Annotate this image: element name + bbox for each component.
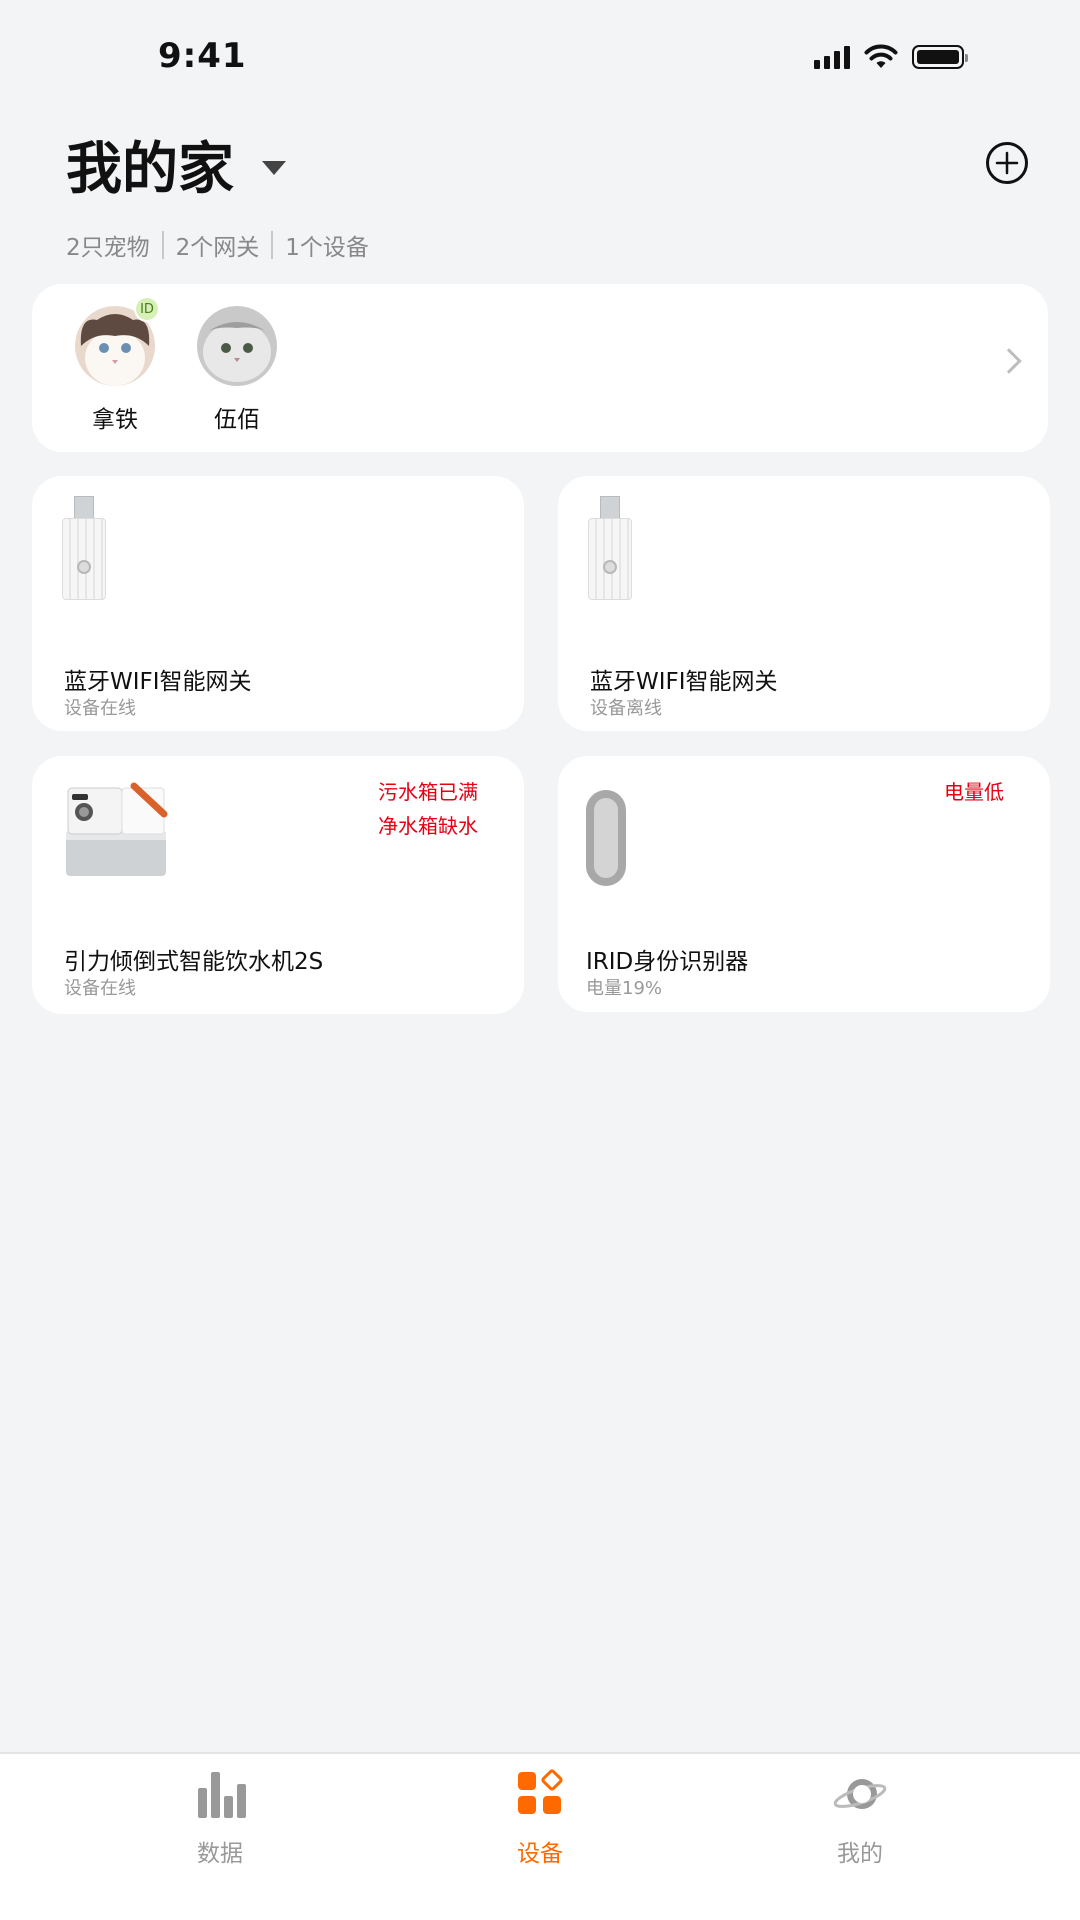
device-card-gateway-1[interactable]: 蓝牙WIFI智能网关 设备在线 [32, 476, 524, 731]
alert-low-battery: 电量低 [944, 780, 1004, 804]
add-button[interactable] [986, 142, 1028, 184]
summary-devices: 1个设备 [285, 235, 369, 261]
device-card-water-fountain[interactable]: 污水箱已满 净水箱缺水 引力倾倒式智能饮水机2S 设备在线 [32, 756, 524, 1014]
tab-data[interactable]: 数据 [160, 1768, 280, 1868]
tab-bar: 数据 设备 我的 [0, 1752, 1080, 1920]
device-status: 设备在线 [64, 978, 136, 999]
tab-label: 我的 [837, 1841, 883, 1867]
device-name: 引力倾倒式智能饮水机2S [64, 949, 324, 975]
device-status: 电量19% [586, 978, 663, 999]
pet-name: 伍佰 [214, 407, 260, 433]
device-status: 设备在线 [64, 698, 136, 719]
status-time: 9:41 [158, 36, 247, 76]
irid-tag-device-icon [586, 790, 626, 886]
id-badge: ID [134, 296, 160, 322]
page-title: 我的家 [66, 137, 234, 202]
device-name: 蓝牙WIFI智能网关 [590, 669, 778, 695]
status-bar: 9:41 [0, 0, 1080, 110]
divider [161, 231, 164, 259]
signal-icon [814, 45, 850, 69]
device-name: 蓝牙WIFI智能网关 [64, 669, 252, 695]
caret-down-icon[interactable] [262, 160, 286, 175]
summary-gateways: 2个网关 [175, 235, 260, 261]
tab-label: 数据 [197, 1841, 243, 1867]
device-status: 设备离线 [590, 698, 662, 719]
plus-icon [995, 151, 1019, 175]
pet-name: 拿铁 [92, 407, 138, 433]
water-fountain-device-icon [66, 782, 168, 876]
devices-grid-icon [518, 1769, 563, 1814]
alert-clean-tank-empty: 净水箱缺水 [378, 814, 478, 838]
chevron-right-icon[interactable] [996, 348, 1022, 374]
status-icons [814, 44, 968, 70]
device-name: IRID身份识别器 [586, 949, 749, 975]
pet-item-wubai[interactable]: 伍佰 [192, 306, 282, 434]
gateway-device-icon [62, 496, 108, 600]
wifi-icon [864, 44, 898, 68]
tab-label: 设备 [517, 1841, 563, 1867]
home-summary: 2只宠物 2个网关 1个设备 [66, 228, 369, 262]
pets-card[interactable]: 拿铁 ID 伍佰 [32, 284, 1048, 452]
divider [271, 231, 274, 259]
device-card-irid[interactable]: 电量低 IRID身份识别器 电量19% [558, 756, 1050, 1012]
summary-pets: 2只宠物 [66, 235, 150, 261]
avatar [197, 306, 277, 386]
alert-waste-tank-full: 污水箱已满 [378, 780, 478, 804]
planet-icon [833, 1779, 887, 1809]
bar-chart-icon [198, 1772, 246, 1818]
home-switcher[interactable]: 我的家 [66, 124, 286, 205]
pet-item-latte[interactable]: 拿铁 [70, 306, 160, 434]
tab-devices[interactable]: 设备 [480, 1768, 600, 1868]
battery-icon [912, 45, 968, 69]
gateway-device-icon [588, 496, 634, 600]
tab-me[interactable]: 我的 [800, 1768, 920, 1868]
device-card-gateway-2[interactable]: 蓝牙WIFI智能网关 设备离线 [558, 476, 1050, 731]
